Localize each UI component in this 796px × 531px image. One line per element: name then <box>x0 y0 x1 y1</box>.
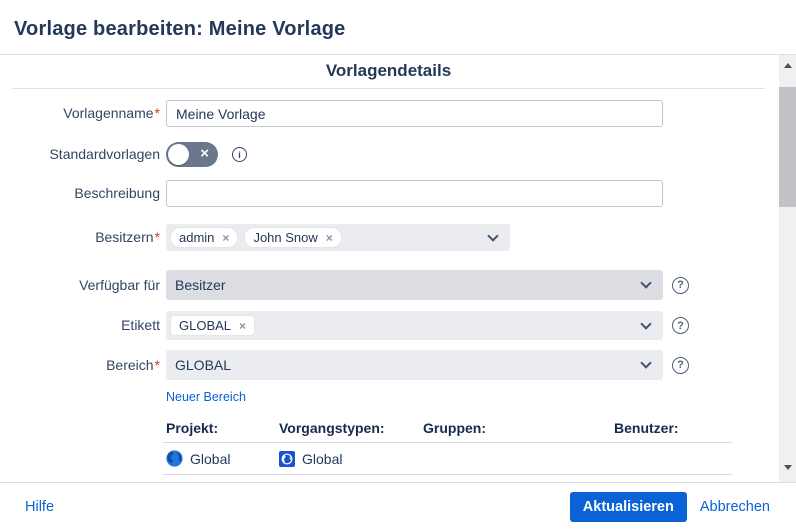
template-name-label: Vorlagenname* <box>0 105 160 122</box>
default-templates-label: Standardvorlagen <box>49 146 160 163</box>
cell-vorgangstypen: Global <box>279 450 423 467</box>
label-text: Bereich <box>106 356 154 373</box>
update-button[interactable]: Aktualisieren <box>569 492 687 522</box>
required-asterisk: * <box>154 105 160 122</box>
section-title: Vorlagendetails <box>12 55 765 89</box>
form-row-description: Beschreibung <box>0 180 779 207</box>
globe-icon <box>166 450 183 467</box>
required-asterisk: * <box>154 356 160 373</box>
cell-text: Global <box>302 450 343 467</box>
owner-tag-admin: admin × <box>170 227 239 248</box>
form-row-owners: Besitzern* admin × John Snow × <box>0 224 779 251</box>
help-question-icon[interactable]: ? <box>672 356 689 374</box>
permissions-table: Projekt: Vorgangstypen: Gruppen: Benutze… <box>163 416 732 475</box>
chevron-down-icon <box>640 357 652 369</box>
owner-tag-john-snow: John Snow × <box>244 227 342 248</box>
scrollbar-up-arrow[interactable] <box>779 57 796 74</box>
remove-tag-icon[interactable]: × <box>222 231 229 245</box>
available-for-select[interactable]: Besitzer <box>166 270 663 300</box>
toggle-knob <box>168 144 189 165</box>
column-header-benutzer: Benutzer: <box>614 420 679 436</box>
selected-value: GLOBAL <box>175 357 232 373</box>
table-header-row: Projekt: Vorgangstypen: Gruppen: Benutze… <box>163 416 732 443</box>
form-row-template-name: Vorlagenname* <box>0 100 779 127</box>
vertical-scrollbar[interactable] <box>779 55 796 482</box>
info-icon-glyph: i <box>238 149 241 160</box>
description-label: Beschreibung <box>74 185 160 202</box>
selected-value: Besitzer <box>175 277 226 293</box>
required-asterisk: * <box>154 229 160 246</box>
etikett-label: Etikett <box>121 317 160 334</box>
new-scope-link[interactable]: Neuer Bereich <box>166 390 246 404</box>
etikett-tag-global: GLOBAL × <box>170 315 256 336</box>
tag-text: GLOBAL <box>179 318 232 333</box>
dialog-content: Vorlagendetails Vorlagenname* Standardvo… <box>0 55 779 482</box>
column-header-vorgangstypen: Vorgangstypen: <box>279 420 385 436</box>
help-question-icon[interactable]: ? <box>672 276 689 294</box>
table-row: Global Global <box>163 443 732 475</box>
label-text: Besitzern <box>95 229 154 246</box>
dialog-body: Vorlagendetails Vorlagenname* Standardvo… <box>0 55 796 482</box>
tag-text: John Snow <box>253 230 318 245</box>
bereich-label: Bereich* <box>0 357 160 374</box>
bereich-select[interactable]: GLOBAL <box>166 350 663 380</box>
info-icon[interactable]: i <box>232 147 247 162</box>
dialog-title: Vorlage bearbeiten: Meine Vorlage <box>14 17 346 40</box>
triangle-up-icon <box>783 63 792 68</box>
remove-tag-icon[interactable]: × <box>239 319 246 333</box>
tag-text: admin <box>179 230 215 245</box>
form-row-default-templates: Standardvorlagen × i <box>0 142 779 167</box>
form-row-bereich: Bereich* GLOBAL ? <box>0 350 779 380</box>
question-glyph: ? <box>677 319 684 332</box>
form-row-etikett: Etikett GLOBAL × ? <box>0 311 779 340</box>
chevron-down-icon <box>640 317 652 330</box>
help-question-icon[interactable]: ? <box>672 317 689 334</box>
label-text: Vorlagenname <box>63 105 154 122</box>
dialog-footer: Hilfe Aktualisieren Abbrechen <box>0 482 796 531</box>
question-glyph: ? <box>677 279 684 291</box>
scrollbar-down-arrow[interactable] <box>779 459 796 476</box>
scrollbar-thumb[interactable] <box>779 87 796 207</box>
remove-tag-icon[interactable]: × <box>326 231 333 245</box>
triangle-down-icon <box>783 465 792 470</box>
default-templates-toggle[interactable]: × <box>166 142 218 167</box>
template-name-input[interactable] <box>166 100 663 127</box>
cell-projekt: Global <box>166 450 279 467</box>
owners-multiselect[interactable]: admin × John Snow × <box>166 224 510 251</box>
available-for-label: Verfügbar für <box>79 276 160 293</box>
chevron-down-icon <box>487 229 499 242</box>
cell-text: Global <box>190 450 231 467</box>
cancel-link[interactable]: Abbrechen <box>700 499 770 515</box>
owners-label: Besitzern* <box>0 229 160 246</box>
column-header-projekt: Projekt: <box>166 420 219 436</box>
chevron-down-icon <box>640 277 652 289</box>
toggle-off-x-icon: × <box>200 145 209 162</box>
edit-template-dialog: Vorlage bearbeiten: Meine Vorlage Vorlag… <box>0 0 796 531</box>
etikett-multiselect[interactable]: GLOBAL × <box>166 311 663 340</box>
form-row-new-scope: Neuer Bereich <box>0 388 779 406</box>
description-input[interactable] <box>166 180 663 207</box>
form-row-available-for: Verfügbar für Besitzer ? <box>0 270 779 300</box>
question-glyph: ? <box>677 359 684 371</box>
column-header-gruppen: Gruppen: <box>423 420 486 436</box>
globe-grid-icon <box>279 450 295 467</box>
dialog-header: Vorlage bearbeiten: Meine Vorlage <box>0 0 796 55</box>
help-link[interactable]: Hilfe <box>25 499 54 515</box>
